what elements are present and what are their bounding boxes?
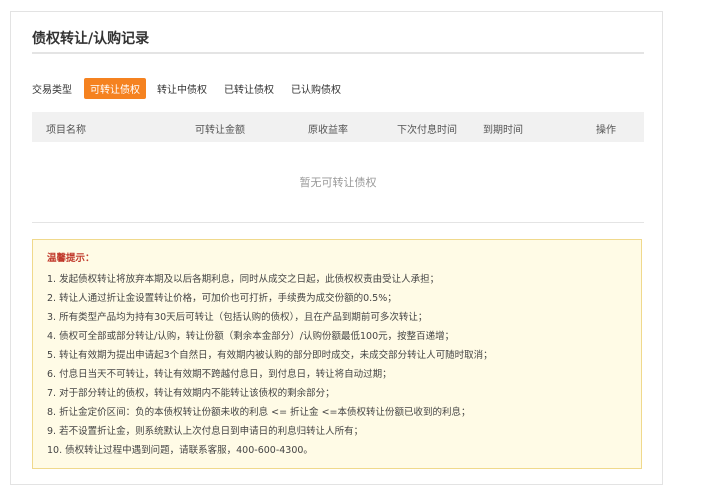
column-actions: 操作 bbox=[596, 125, 616, 136]
title-divider bbox=[32, 52, 644, 54]
column-maturity-date: 到期时间 bbox=[483, 125, 523, 136]
transaction-type-label: 交易类型 bbox=[32, 84, 72, 96]
list-item: 7. 对于部分转让的债权，转让有效期内不能转让该债权的剩余部分； bbox=[47, 388, 335, 399]
empty-state-message: 暂无可转让债权 bbox=[32, 143, 644, 223]
list-item: 2. 转让人通过折让金设置转让价格，可加价也可打折，手续费为成交份额的0.5%； bbox=[47, 293, 397, 304]
list-item: 4. 债权可全部或部分转让/认购，转让份额（剩余本金部分）/认购份额最低100元… bbox=[47, 331, 455, 342]
list-item: 6. 付息日当天不可转让，转让有效期不跨越付息日，到付息日，转让将自动过期； bbox=[47, 369, 392, 380]
list-item: 8. 折让金定价区间：负的本债权转让份额未收的利息 <= 折让金 <=本债权转让… bbox=[47, 407, 471, 418]
tab-transferred[interactable]: 已转让债权 bbox=[218, 78, 280, 99]
list-item: 9. 若不设置折让金，则系统默认上次付息日到申请日的利息归转让人所有； bbox=[47, 426, 364, 437]
tab-subscribed[interactable]: 已认购债权 bbox=[285, 78, 347, 99]
tips-box: 温馨提示： 1. 发起债权转让将放弃本期及以后各期利息，同时从成交之日起，此债权… bbox=[32, 239, 642, 469]
column-next-interest-date: 下次付息时间 bbox=[397, 125, 457, 136]
page-title: 债权转让/认购记录 bbox=[32, 31, 150, 47]
tips-title: 温馨提示： bbox=[47, 253, 95, 264]
list-item: 5. 转让有效期为提出申请起3个自然日，有效期内被认购的部分即时成交，未成交部分… bbox=[47, 350, 493, 361]
transaction-type-filter: 交易类型 可转让债权 转让中债权 已转让债权 已认购债权 bbox=[32, 77, 352, 99]
tab-transferable[interactable]: 可转让债权 bbox=[84, 77, 146, 99]
list-item: 1. 发起债权转让将放弃本期及以后各期利息，同时从成交之日起，此债权权责由受让人… bbox=[47, 274, 440, 285]
tab-transferring[interactable]: 转让中债权 bbox=[151, 78, 213, 99]
list-item: 10. 债权转让过程中遇到问题，请联系客服，400-600-4300。 bbox=[47, 445, 313, 456]
tips-list: 1. 发起债权转让将放弃本期及以后各期利息，同时从成交之日起，此债权权责由受让人… bbox=[47, 270, 627, 460]
table-header: 项目名称 可转让金额 原收益率 下次付息时间 到期时间 操作 bbox=[32, 112, 644, 142]
list-item: 3. 所有类型产品均为持有30天后可转让（包括认购的债权），且在产品到期前可多次… bbox=[47, 312, 428, 323]
column-project-name: 项目名称 bbox=[46, 125, 86, 136]
column-transferable-amount: 可转让金额 bbox=[195, 125, 245, 136]
column-original-yield: 原收益率 bbox=[308, 125, 348, 136]
transfer-record-panel: 债权转让/认购记录 交易类型 可转让债权 转让中债权 已转让债权 已认购债权 项… bbox=[10, 11, 663, 485]
